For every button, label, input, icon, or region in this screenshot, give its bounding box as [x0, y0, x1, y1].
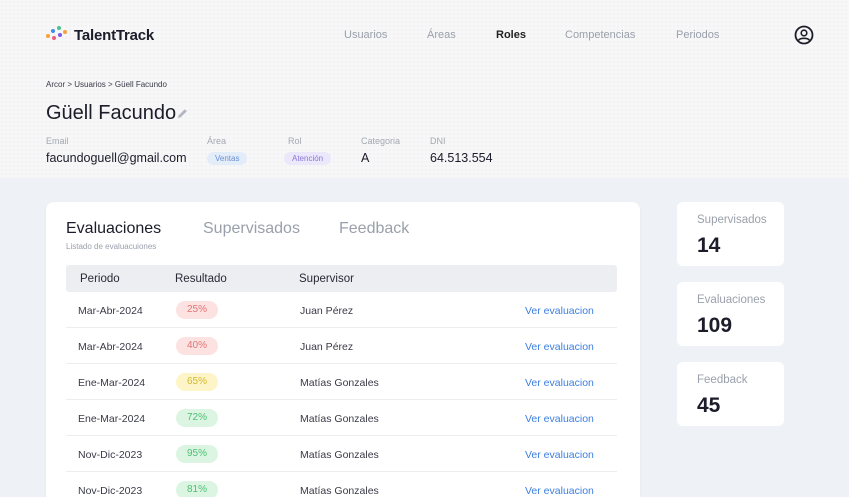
ver-evaluacion-link[interactable]: Ver evaluacion [525, 305, 594, 317]
row-supervisor: Matías Gonzales [300, 413, 379, 425]
table-row: Nov-Dic-2023 95% Matías Gonzales Ver eva… [66, 436, 617, 472]
table-row: Ene-Mar-2024 65% Matías Gonzales Ver eva… [66, 364, 617, 400]
page-title: Güell Facundo [46, 102, 177, 124]
row-supervisor: Matías Gonzales [300, 485, 379, 497]
email-value: facundoguell@gmail.com [46, 151, 187, 165]
ver-evaluacion-link[interactable]: Ver evaluacion [525, 485, 594, 497]
nav-areas[interactable]: Áreas [427, 29, 456, 41]
tab-feedback[interactable]: Feedback [339, 220, 409, 238]
stat-card-feedback: Feedback 45 [677, 362, 784, 426]
stat-card-supervisados: Supervisados 14 [677, 202, 784, 266]
nav-roles[interactable]: Roles [496, 29, 526, 41]
table-row: Ene-Mar-2024 72% Matías Gonzales Ver eva… [66, 400, 617, 436]
stat-card-evaluaciones: Evaluaciones 109 [677, 282, 784, 346]
header-supervisor: Supervisor [299, 273, 354, 285]
row-resultado-badge: 95% [176, 445, 218, 463]
row-periodo: Nov-Dic-2023 [78, 449, 143, 461]
breadcrumb[interactable]: Arcor > Usuarios > Güell Facundo [46, 80, 167, 89]
rol-chip: Atención [284, 152, 332, 165]
table-row: Mar-Abr-2024 40% Juan Pérez Ver evaluaci… [66, 328, 617, 364]
row-resultado-badge: 40% [176, 337, 218, 355]
tab-subtitle: Listado de evaluacuiones [66, 242, 157, 251]
dni-value: 64.513.554 [430, 151, 493, 165]
ver-evaluacion-link[interactable]: Ver evaluacion [525, 413, 594, 425]
ver-evaluacion-link[interactable]: Ver evaluacion [525, 377, 594, 389]
categoria-label: Categoria [361, 136, 401, 146]
row-resultado-badge: 72% [176, 409, 218, 427]
row-periodo: Nov-Dic-2023 [78, 485, 143, 497]
row-periodo: Mar-Abr-2024 [78, 341, 143, 353]
row-supervisor: Juan Pérez [300, 305, 354, 317]
talenttrack-logo-icon [46, 26, 68, 44]
stat-label: Feedback [697, 374, 748, 386]
stat-value: 109 [697, 314, 733, 337]
rol-label: Rol [288, 136, 302, 146]
tab-supervisados[interactable]: Supervisados [203, 220, 300, 238]
stat-value: 45 [697, 394, 721, 417]
row-supervisor: Matías Gonzales [300, 449, 379, 461]
row-supervisor: Matías Gonzales [300, 377, 379, 389]
row-supervisor: Juan Pérez [300, 341, 354, 353]
categoria-value: A [361, 151, 370, 165]
app-logo[interactable]: TalentTrack [46, 26, 154, 44]
row-periodo: Ene-Mar-2024 [78, 413, 146, 425]
row-periodo: Ene-Mar-2024 [78, 377, 146, 389]
table-header: Periodo Resultado Supervisor [66, 265, 617, 292]
table-row: Mar-Abr-2024 25% Juan Pérez Ver evaluaci… [66, 292, 617, 328]
header-area: TalentTrack Usuarios Áreas Roles Compete… [0, 0, 849, 178]
tab-evaluaciones[interactable]: Evaluaciones [66, 220, 161, 238]
nav-usuarios[interactable]: Usuarios [344, 29, 387, 41]
area-label: Área [207, 136, 227, 146]
stat-label: Evaluaciones [697, 294, 766, 306]
area-chip: Ventas [207, 152, 248, 165]
stat-label: Supervisados [697, 214, 767, 226]
ver-evaluacion-link[interactable]: Ver evaluacion [525, 341, 594, 353]
row-resultado-badge: 65% [176, 373, 218, 391]
email-label: Email [46, 136, 69, 146]
evaluations-card: Evaluaciones Supervisados Feedback Lista… [46, 202, 640, 497]
nav-periodos[interactable]: Periodos [676, 29, 719, 41]
edit-pencil-icon[interactable] [176, 107, 189, 120]
user-account-icon[interactable] [794, 25, 814, 45]
dni-label: DNI [430, 136, 446, 146]
row-periodo: Mar-Abr-2024 [78, 305, 143, 317]
header-resultado: Resultado [175, 273, 227, 285]
nav-competencias[interactable]: Competencias [565, 29, 635, 41]
row-resultado-badge: 81% [176, 481, 218, 497]
ver-evaluacion-link[interactable]: Ver evaluacion [525, 449, 594, 461]
stat-value: 14 [697, 234, 721, 257]
table-row: Nov-Dic-2023 81% Matías Gonzales Ver eva… [66, 472, 617, 497]
row-resultado-badge: 25% [176, 301, 218, 319]
app-name: TalentTrack [74, 26, 155, 44]
header-periodo: Periodo [80, 273, 120, 285]
